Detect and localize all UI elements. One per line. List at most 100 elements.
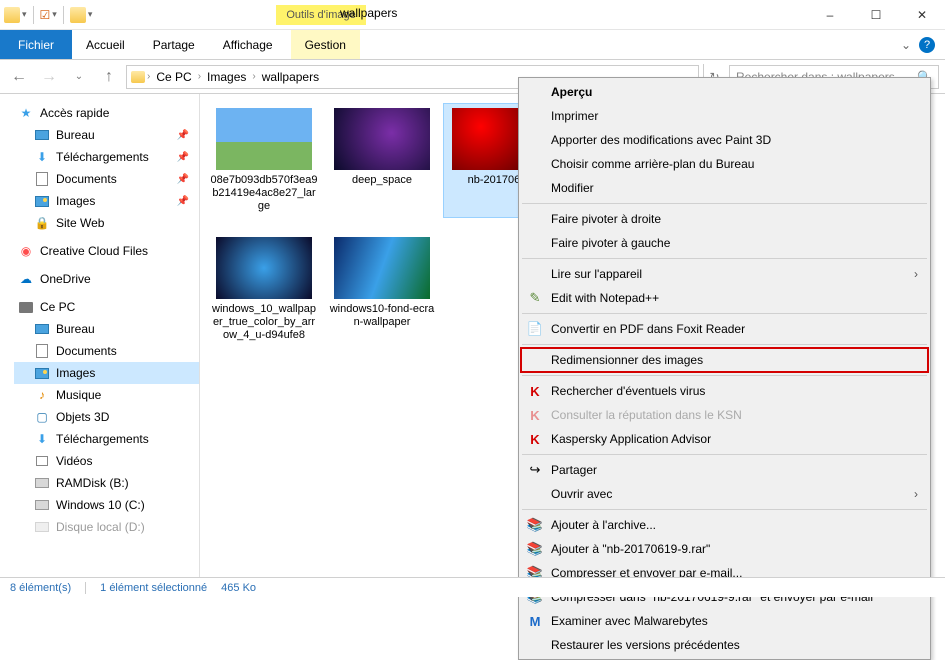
- menu-malwarebytes[interactable]: M Examiner avec Malwarebytes: [521, 609, 928, 633]
- file-item[interactable]: 08e7b093db570f3ea9b21419e4ac8e27_large: [208, 104, 320, 217]
- menu-rotate-left[interactable]: Faire pivoter à gauche: [521, 231, 928, 255]
- foxit-icon: 📄: [527, 321, 543, 337]
- menu-label: Modifier: [551, 181, 594, 195]
- separator: [63, 6, 64, 24]
- ribbon-collapse-icon[interactable]: ⌄: [901, 38, 911, 52]
- qat-dropdown-icon[interactable]: ▾: [52, 9, 57, 20]
- chevron-right-icon[interactable]: ›: [198, 71, 201, 82]
- breadcrumb-segment[interactable]: wallpapers: [258, 70, 323, 84]
- drive-icon: [34, 475, 50, 491]
- nav-label: Bureau: [56, 322, 95, 336]
- share-icon: ↪: [527, 462, 543, 478]
- sidebar-item-siteweb[interactable]: 🔒Site Web: [14, 212, 199, 234]
- home-tab[interactable]: Accueil: [72, 30, 139, 59]
- share-tab[interactable]: Partage: [139, 30, 209, 59]
- sidebar-item-desktop[interactable]: Bureau📌: [14, 124, 199, 146]
- breadcrumb-segment[interactable]: Images: [203, 70, 250, 84]
- history-dropdown-icon[interactable]: ⌄: [66, 64, 92, 90]
- file-item[interactable]: deep_space: [326, 104, 438, 217]
- chevron-right-icon[interactable]: ›: [147, 71, 150, 82]
- menu-read-on-device[interactable]: Lire sur l'appareil›: [521, 262, 928, 286]
- menu-label: Kaspersky Application Advisor: [551, 432, 711, 446]
- menu-label: Examiner avec Malwarebytes: [551, 614, 708, 628]
- sidebar-item-downloads[interactable]: ⬇Téléchargements📌: [14, 146, 199, 168]
- qat-overflow-icon[interactable]: ▾: [88, 9, 93, 20]
- status-bar: 8 élément(s) 1 élément sélectionné 465 K…: [0, 577, 945, 597]
- sidebar-item-ramdisk[interactable]: RAMDisk (B:): [14, 472, 199, 494]
- file-item[interactable]: windows10-fond-ecran-wallpaper: [326, 233, 438, 346]
- menu-rotate-right[interactable]: Faire pivoter à droite: [521, 207, 928, 231]
- menu-preview[interactable]: Aperçu: [521, 80, 928, 104]
- menu-notepadpp[interactable]: ✎Edit with Notepad++: [521, 286, 928, 310]
- kaspersky-icon: K: [527, 407, 543, 423]
- menu-resize-images[interactable]: Redimensionner des images: [521, 348, 928, 372]
- sidebar-item-pc-images[interactable]: Images: [14, 362, 199, 384]
- nav-label: Téléchargements: [56, 432, 149, 446]
- sidebar-item-creative-cloud[interactable]: ◉Creative Cloud Files: [14, 240, 199, 262]
- download-icon: ⬇: [34, 149, 50, 165]
- music-icon: ♪: [34, 387, 50, 403]
- file-item[interactable]: windows_10_wallpaper_true_color_by_arrow…: [208, 233, 320, 346]
- sidebar-item-images[interactable]: Images📌: [14, 190, 199, 212]
- pin-icon: 📌: [177, 174, 189, 185]
- file-name: 08e7b093db570f3ea9b21419e4ac8e27_large: [208, 174, 320, 217]
- nav-label: Accès rapide: [40, 106, 109, 120]
- menu-open-with[interactable]: Ouvrir avec›: [521, 482, 928, 506]
- manage-tab[interactable]: Gestion: [291, 30, 360, 59]
- minimize-button[interactable]: –: [807, 0, 853, 30]
- menu-foxit-pdf[interactable]: 📄Convertir en PDF dans Foxit Reader: [521, 317, 928, 341]
- ribbon: Fichier Accueil Partage Affichage Gestio…: [0, 30, 945, 60]
- menu-label: Faire pivoter à droite: [551, 212, 661, 226]
- pin-icon: 📌: [177, 130, 189, 141]
- menu-paint3d[interactable]: Apporter des modifications avec Paint 3D: [521, 128, 928, 152]
- breadcrumb-segment[interactable]: Ce PC: [152, 70, 195, 84]
- kaspersky-icon: K: [527, 431, 543, 447]
- sidebar-item-windows10[interactable]: Windows 10 (C:): [14, 494, 199, 516]
- view-tab[interactable]: Affichage: [209, 30, 287, 59]
- drive-icon: [34, 519, 50, 535]
- pin-icon: 📌: [177, 196, 189, 207]
- menu-set-wallpaper[interactable]: Choisir comme arrière-plan du Bureau: [521, 152, 928, 176]
- file-name: windows10-fond-ecran-wallpaper: [326, 303, 438, 333]
- close-button[interactable]: ✕: [899, 0, 945, 30]
- sidebar-item-this-pc[interactable]: Ce PC: [14, 296, 199, 318]
- menu-modify[interactable]: Modifier: [521, 176, 928, 200]
- nav-label: RAMDisk (B:): [56, 476, 129, 490]
- menu-kav-advisor[interactable]: K Kaspersky Application Advisor: [521, 427, 928, 451]
- sidebar-item-onedrive[interactable]: ☁OneDrive: [14, 268, 199, 290]
- sidebar-item-pc-desktop[interactable]: Bureau: [14, 318, 199, 340]
- back-button[interactable]: ←: [6, 64, 32, 90]
- maximize-button[interactable]: ☐: [853, 0, 899, 30]
- up-button[interactable]: ↑: [96, 64, 122, 90]
- menu-ksn-reputation[interactable]: KConsulter la réputation dans le KSN: [521, 403, 928, 427]
- checkbox-icon[interactable]: ☑: [40, 8, 51, 22]
- window-title: wallpapers: [340, 6, 397, 20]
- forward-button[interactable]: →: [36, 64, 62, 90]
- malwarebytes-icon: M: [527, 613, 543, 629]
- menu-scan-virus[interactable]: KRechercher d'éventuels virus: [521, 379, 928, 403]
- menu-label: Ajouter à "nb-20170619-9.rar": [551, 542, 710, 556]
- menu-add-archive[interactable]: 📚Ajouter à l'archive...: [521, 513, 928, 537]
- menu-print[interactable]: Imprimer: [521, 104, 928, 128]
- sidebar-item-local-disk[interactable]: Disque local (D:): [14, 516, 199, 538]
- menu-share[interactable]: ↪Partager: [521, 458, 928, 482]
- images-icon: [34, 193, 50, 209]
- status-selection: 1 élément sélectionné: [100, 582, 207, 594]
- help-icon[interactable]: ?: [919, 37, 935, 53]
- sidebar-item-pc-documents[interactable]: Documents: [14, 340, 199, 362]
- qat-dropdown-icon[interactable]: ▾: [22, 9, 27, 20]
- menu-restore-versions[interactable]: Restaurer les versions précédentes: [521, 633, 928, 657]
- sidebar-item-pc-downloads[interactable]: ⬇Téléchargements: [14, 428, 199, 450]
- pin-icon: 📌: [177, 152, 189, 163]
- file-tab[interactable]: Fichier: [0, 30, 72, 59]
- menu-add-rar[interactable]: 📚Ajouter à "nb-20170619-9.rar": [521, 537, 928, 561]
- sidebar-item-pc-music[interactable]: ♪ Musique: [14, 384, 199, 406]
- nav-label: Musique: [56, 388, 101, 402]
- quick-access[interactable]: ★Accès rapide: [14, 102, 199, 124]
- sidebar-item-pc-videos[interactable]: Vidéos: [14, 450, 199, 472]
- title-bar: ▾ ☑ ▾ ▾ Outils d'image wallpapers – ☐ ✕: [0, 0, 945, 30]
- sidebar-item-pc-objects[interactable]: ▢Objets 3D: [14, 406, 199, 428]
- creative-cloud-icon: ◉: [18, 243, 34, 259]
- sidebar-item-documents[interactable]: Documents📌: [14, 168, 199, 190]
- chevron-right-icon[interactable]: ›: [252, 71, 255, 82]
